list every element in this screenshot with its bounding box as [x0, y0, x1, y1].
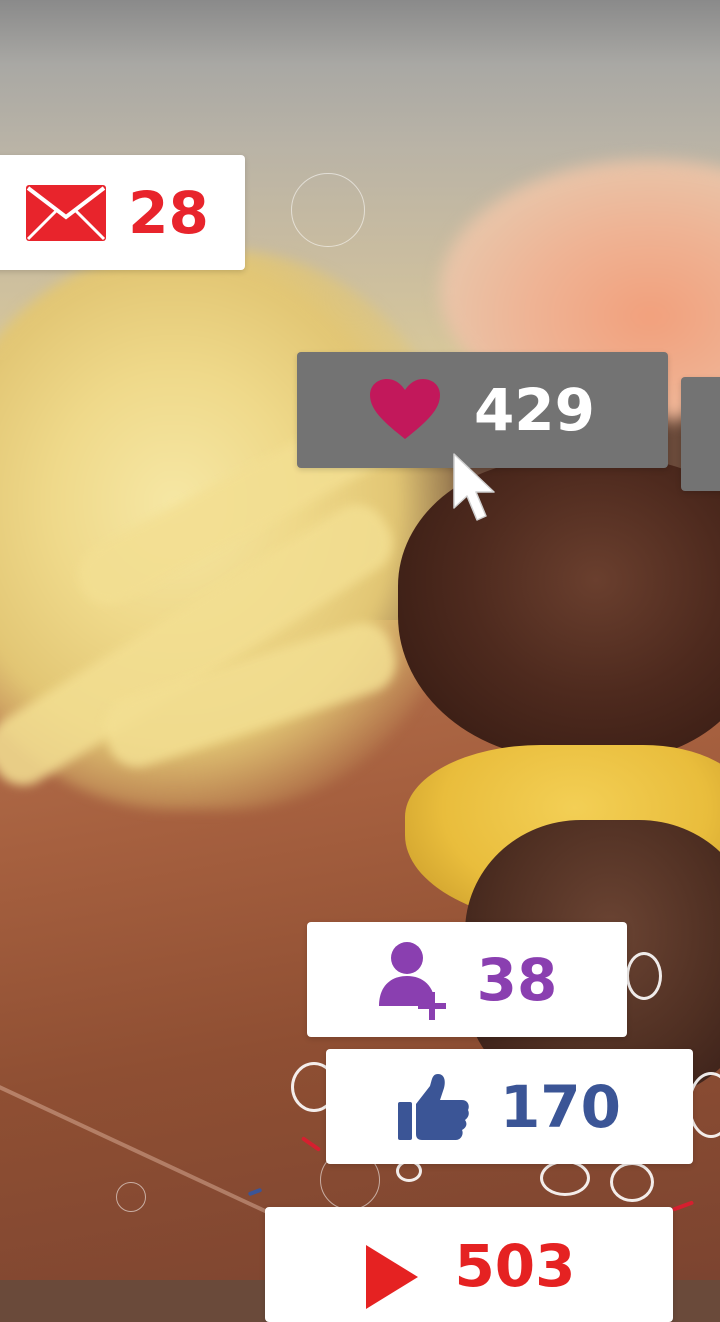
- bubble-ring: [610, 1162, 654, 1202]
- heart-icon: [369, 379, 440, 441]
- heart-notification-card[interactable]: 429: [297, 352, 668, 468]
- burger-patty-top: [398, 460, 720, 760]
- envelope-icon: [26, 184, 107, 241]
- play-icon: [362, 1237, 422, 1311]
- mail-count: 28: [128, 178, 209, 247]
- like-notification-card: 170: [326, 1049, 693, 1164]
- mail-notification-card: 28: [0, 155, 245, 270]
- add-user-icon: [377, 940, 449, 1020]
- partial-card-edge: [681, 377, 720, 491]
- bubble-ring: [116, 1182, 146, 1212]
- bubble-ring: [291, 173, 365, 247]
- play-notification-card: 503: [265, 1207, 673, 1322]
- like-count: 170: [499, 1072, 622, 1141]
- view-count: 503: [454, 1232, 576, 1300]
- thumbs-up-icon: [397, 1072, 470, 1142]
- heart-count: 429: [473, 376, 596, 444]
- bubble-ring: [626, 952, 662, 1000]
- mouse-pointer-icon: [452, 452, 500, 532]
- follower-count: 38: [476, 945, 558, 1014]
- follower-notification-card: 38: [307, 922, 627, 1037]
- bubble-ring: [540, 1160, 590, 1196]
